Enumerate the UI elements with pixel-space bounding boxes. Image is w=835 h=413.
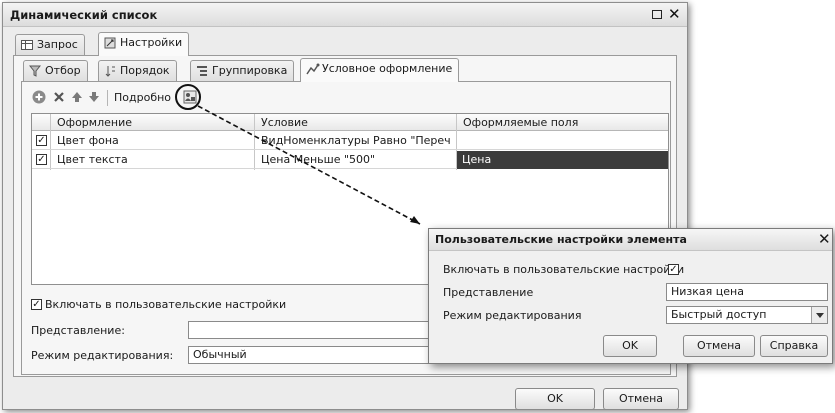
- tab-grouping[interactable]: Группировка: [190, 60, 295, 82]
- dialog-title-bar: Пользовательские настройки элемента ✕: [429, 229, 832, 251]
- dialog-ok-button[interactable]: OK: [603, 335, 657, 357]
- tab-filter[interactable]: Отбор: [23, 60, 88, 82]
- cell-fields: Цена: [462, 153, 492, 166]
- table-row[interactable]: ✓ Цвет текста Цена Меньше "500" Цена: [32, 151, 668, 169]
- delete-button[interactable]: [51, 89, 67, 105]
- tab-query-label: Запрос: [37, 38, 78, 51]
- edit-mode-select[interactable]: Обычный: [188, 346, 433, 364]
- column-header-appearance[interactable]: Оформление: [57, 116, 132, 129]
- tab-settings[interactable]: Настройки: [98, 32, 190, 56]
- move-up-button[interactable]: [69, 89, 85, 105]
- restore-icon: [652, 10, 662, 19]
- tab-order[interactable]: Порядок: [98, 60, 177, 82]
- edit-mode-label: Режим редактирования:: [31, 349, 174, 362]
- cell-appearance: Цвет фона: [57, 134, 119, 147]
- title-bar: Динамический список ✕: [3, 3, 687, 27]
- dialog-cancel-button[interactable]: Отмена: [683, 335, 755, 357]
- user-settings-icon: [183, 90, 197, 104]
- close-icon: ✕: [818, 230, 831, 248]
- dialog-edit-mode-select[interactable]: Быстрый доступ: [666, 306, 828, 324]
- dialog-include-checkbox[interactable]: ✓: [668, 264, 679, 275]
- add-icon: [32, 90, 46, 104]
- dialog-help-button[interactable]: Справка: [760, 335, 828, 357]
- arrow-up-icon: [72, 92, 82, 102]
- tab-conditional-format-label: Условное оформление: [322, 62, 453, 75]
- dialog-title: Пользовательские настройки элемента: [435, 233, 687, 246]
- toolbar-separator: [107, 90, 108, 106]
- table-row[interactable]: ✓ Цвет фона ВидНоменклатуры Равно "Переч…: [32, 132, 668, 150]
- dialog-close-button[interactable]: ✕: [818, 230, 831, 248]
- dialog-presentation-field[interactable]: Низкая цена: [666, 283, 828, 301]
- tab-grouping-label: Группировка: [212, 64, 288, 77]
- row-checkbox[interactable]: ✓: [36, 135, 47, 146]
- tab-query[interactable]: Запрос: [15, 34, 85, 56]
- dialog-edit-mode-value: Быстрый доступ: [671, 308, 767, 321]
- dialog-edit-mode-label: Режим редактирования: [443, 309, 582, 322]
- group-icon: [196, 65, 208, 77]
- filter-icon: [28, 65, 42, 77]
- cell-appearance: Цвет текста: [57, 153, 128, 166]
- dialog-include-label: Включать в пользовательские настройки: [443, 263, 685, 276]
- settings-icon: [104, 37, 116, 49]
- user-settings-button[interactable]: [182, 89, 198, 105]
- table-header: Оформление Условие Оформляемые поля: [32, 114, 668, 131]
- details-button[interactable]: Подробно: [114, 91, 171, 104]
- cell-condition: ВидНоменклатуры Равно "Перечисл...: [261, 134, 451, 147]
- window-title: Динамический список: [10, 8, 158, 22]
- tab-settings-label: Настройки: [120, 36, 183, 49]
- presentation-field[interactable]: [188, 321, 433, 339]
- sort-icon: [104, 65, 116, 77]
- include-label: Включать в пользовательские настройки: [45, 298, 287, 311]
- close-icon: ✕: [668, 5, 681, 23]
- move-down-button[interactable]: [86, 89, 102, 105]
- close-button[interactable]: ✕: [667, 5, 683, 23]
- dialog-presentation-label: Представление: [443, 286, 534, 299]
- add-button[interactable]: [31, 89, 47, 105]
- user-settings-dialog: Пользовательские настройки элемента ✕ Вк…: [428, 228, 833, 364]
- selected-cell[interactable]: Цена: [457, 151, 668, 169]
- tab-conditional-format[interactable]: Условное оформление: [300, 58, 460, 82]
- restore-button[interactable]: [649, 6, 665, 22]
- chevron-down-icon[interactable]: [811, 307, 827, 323]
- include-checkbox[interactable]: ✓: [31, 299, 42, 310]
- cell-condition: Цена Меньше "500": [261, 153, 376, 166]
- table-icon: [21, 39, 33, 51]
- row-checkbox[interactable]: ✓: [36, 154, 47, 165]
- tab-order-label: Порядок: [120, 64, 170, 77]
- arrow-down-icon: [89, 92, 99, 102]
- column-header-fields[interactable]: Оформляемые поля: [463, 116, 578, 129]
- tab-filter-label: Отбор: [45, 64, 81, 77]
- conditional-format-icon: [306, 63, 320, 75]
- column-header-condition[interactable]: Условие: [261, 116, 308, 129]
- cancel-button[interactable]: Отмена: [603, 388, 679, 410]
- presentation-label: Представление:: [31, 324, 125, 337]
- ok-button[interactable]: OK: [515, 388, 595, 410]
- delete-icon: [54, 92, 64, 102]
